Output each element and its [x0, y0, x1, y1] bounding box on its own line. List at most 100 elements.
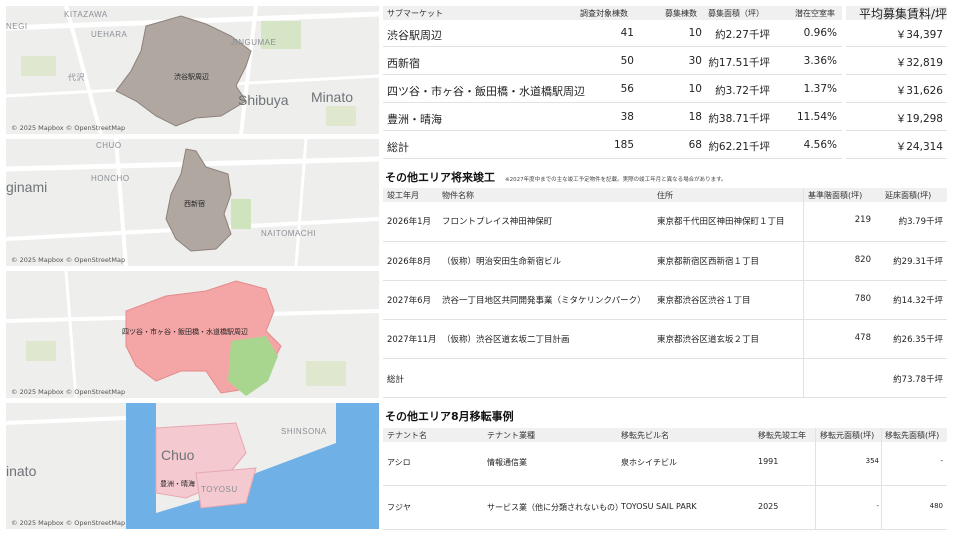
vacancy-rate: 0.96% — [803, 27, 837, 39]
map-label: Shibuya — [238, 92, 289, 108]
column-header[interactable]: 延床面積(坪) — [885, 190, 931, 201]
map-shibuya-graphic — [6, 6, 379, 134]
listed-count: 68 — [688, 139, 702, 151]
map-label: Minato — [311, 89, 354, 105]
column-header[interactable]: 移転先面積(坪) — [885, 430, 939, 441]
map-attribution[interactable]: © 2025 Mapbox © OpenStreetMap — [11, 388, 125, 396]
to-area: 480 — [929, 502, 943, 510]
column-header[interactable]: 移転元面積(坪) — [820, 430, 874, 441]
map-label: ginami — [6, 179, 48, 195]
total-area: 約3.79千坪 — [898, 217, 943, 227]
future-title: その他エリア将来竣工 — [385, 171, 495, 184]
vacancy-rate: 3.36% — [803, 55, 837, 67]
avg-rent: ￥34,397 — [895, 29, 943, 41]
completion-date: 2027年11月 — [387, 335, 437, 345]
floor-area: 820 — [854, 255, 871, 265]
destination-year: 1991 — [758, 457, 779, 466]
map-toyosu[interactable]: SHINSONA Chuo inato TOYOSU 豊洲・晴海 © 2025 … — [6, 403, 379, 529]
divider — [383, 102, 842, 103]
destination-year: 2025 — [758, 502, 779, 511]
listed-area: 約38.71千坪 — [708, 113, 770, 125]
map-label: NAITOMACHI — [261, 229, 317, 238]
surveyed-count: 38 — [620, 111, 634, 123]
map-label: HONCHO — [91, 174, 130, 183]
column-header[interactable]: 平均募集賃料/坪 — [859, 5, 947, 22]
property-name: フロントプレイス神田神保町 — [442, 217, 553, 227]
property-name: （仮称）明治安田生命新宿ビル — [442, 257, 562, 267]
tenant-name: アシロ — [387, 458, 411, 467]
relocation-title: その他エリア8月移転事例 — [385, 410, 514, 423]
listed-area: 約62.21千坪 — [708, 141, 770, 153]
divider — [383, 485, 947, 486]
total-area: 約29.31千坪 — [893, 257, 943, 267]
map-area-label: 四ツ谷・市ヶ谷・飯田橋・水道橋駅周辺 — [122, 329, 248, 336]
submarket-name: 西新宿 — [387, 57, 420, 70]
divider — [846, 158, 947, 159]
column-header[interactable]: 移転先竣工年 — [758, 430, 806, 441]
tenant-name: フジヤ — [387, 503, 411, 512]
map-area-label: 豊洲・晴海 — [160, 481, 195, 488]
future-note: ※2027年度中までの主な竣工予定物件を記載。実際の竣工年月と異なる場合がありま… — [505, 177, 727, 183]
total-area: 約73.78千坪 — [893, 375, 943, 385]
from-area: 354 — [865, 457, 879, 465]
floor-area: 219 — [854, 215, 871, 225]
from-area: - — [876, 502, 879, 510]
column-header[interactable]: 募集棟数 — [665, 8, 697, 19]
column-header[interactable]: サブマーケット — [387, 8, 443, 19]
map-attribution[interactable]: © 2025 Mapbox © OpenStreetMap — [11, 519, 125, 527]
column-header[interactable]: 募集面積（坪） — [708, 8, 764, 19]
vacancy-rate: 4.56% — [803, 139, 837, 151]
column-header[interactable]: 調査対象棟数 — [580, 8, 628, 19]
divider — [846, 74, 947, 75]
floor-area: 478 — [854, 333, 871, 343]
column-header[interactable]: テナント業種 — [487, 430, 535, 441]
column-header[interactable]: 住所 — [657, 190, 673, 201]
divider — [846, 130, 947, 131]
map-yotsuya[interactable]: 四ツ谷・市ヶ谷・飯田橋・水道橋駅周辺 © 2025 Mapbox © OpenS… — [6, 271, 379, 398]
map-attribution[interactable]: © 2025 Mapbox © OpenStreetMap — [11, 124, 125, 132]
address: 東京都千代田区神田神保町１丁目 — [657, 217, 785, 227]
vacancy-rate: 11.54% — [796, 111, 837, 123]
to-area: - — [940, 457, 943, 465]
map-label: UEHARA — [91, 30, 128, 39]
address: 東京都渋谷区道玄坂２丁目 — [657, 335, 760, 345]
completion-date: 2027年6月 — [387, 296, 432, 306]
map-label: NEGI — [6, 22, 28, 31]
column-header[interactable]: 基準階面積(坪) — [808, 190, 862, 201]
avg-rent: ￥19,298 — [895, 113, 943, 125]
column-header[interactable]: 物件名称 — [442, 190, 474, 201]
surveyed-count: 185 — [613, 139, 634, 151]
column-header[interactable]: テナント名 — [387, 430, 427, 441]
column-header[interactable]: 潜在空室率 — [795, 8, 835, 19]
divider — [383, 241, 947, 242]
completion-date: 総計 — [387, 375, 405, 385]
map-toyosu-graphic — [6, 403, 379, 529]
divider — [383, 280, 947, 281]
surveyed-count: 56 — [620, 83, 634, 95]
submarket-name: 四ツ谷・市ヶ谷・飯田橋・水道橋駅周辺 — [387, 85, 585, 98]
total-area: 約26.35千坪 — [893, 335, 943, 345]
divider — [383, 158, 842, 159]
address: 東京都渋谷区渋谷１丁目 — [657, 296, 751, 306]
avg-rent: ￥31,626 — [895, 85, 943, 97]
tenant-industry: サービス業（他に分類されないもの） — [487, 503, 623, 512]
divider — [846, 46, 947, 47]
listed-count: 10 — [688, 83, 702, 95]
tenant-industry: 情報通信業 — [487, 458, 527, 467]
divider — [803, 188, 804, 397]
map-label: inato — [6, 463, 37, 479]
divider — [881, 428, 882, 529]
column-header[interactable]: 移転先ビル名 — [621, 430, 669, 441]
map-label: CHUO — [96, 141, 122, 150]
listed-area: 約2.27千坪 — [715, 29, 770, 41]
map-area-label: 渋谷駅周辺 — [174, 74, 209, 81]
map-nishishinjuku[interactable]: CHUO HONCHO ginami NAITOMACHI 西新宿 © 2025… — [6, 139, 379, 266]
map-shibuya[interactable]: KITAZAWA UEHARA JINGUMAE NEGI 代沢 Shibuya… — [6, 6, 379, 134]
surveyed-count: 50 — [620, 55, 634, 67]
divider — [383, 529, 947, 530]
column-header[interactable]: 竣工年月 — [387, 190, 419, 201]
floor-area: 780 — [854, 294, 871, 304]
avg-rent: ￥32,819 — [895, 57, 943, 69]
property-name: 渋谷一丁目地区共同開発事業（ミタケリンクパーク） — [442, 296, 646, 306]
map-attribution[interactable]: © 2025 Mapbox © OpenStreetMap — [11, 256, 125, 264]
